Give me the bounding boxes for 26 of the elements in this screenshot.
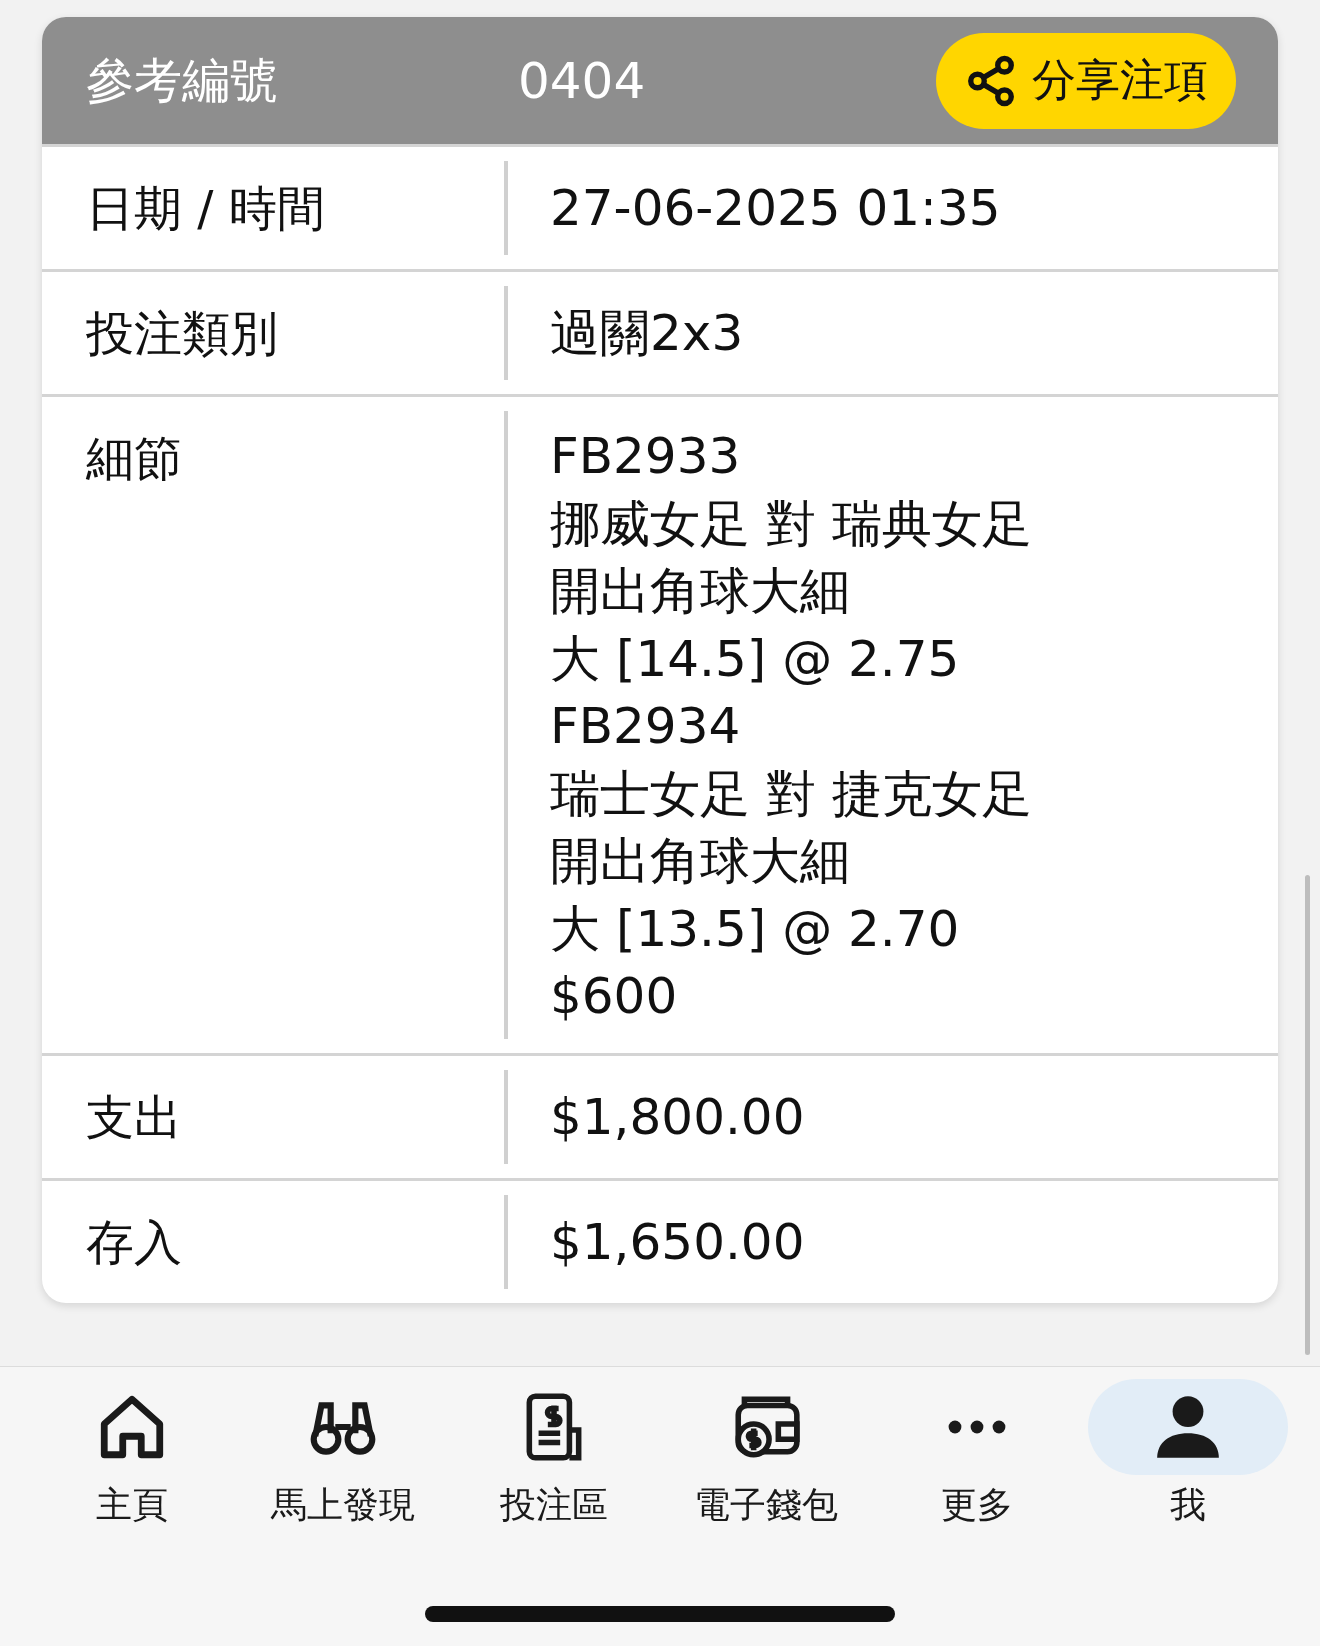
nav-tab[interactable]: 主頁 [32,1379,232,1527]
row-label: 存入 [86,1212,182,1272]
detail-line: 開出角球大細 [550,831,851,892]
reference-number: 0404 [518,51,647,110]
share-button[interactable]: 分享注項 [936,32,1236,129]
row-value: $1,650.00 [550,1212,805,1271]
detail-line: 大 [13.5] @ 2.70 [550,898,961,960]
row-value: 27-06-2025 01:35 [550,179,1001,237]
nav-tab[interactable]: 更多 [876,1379,1077,1527]
detail-line: 大 [14.5] @ 2.75 [550,628,961,690]
row-label: 投注類別 [86,304,278,363]
nav-tab[interactable]: 電子錢包 [665,1379,866,1527]
detail-line: 瑞士女足 對 捷克女足 [550,763,1033,825]
detail-line: $600 [550,966,679,1027]
row-label: 日期 / 時間 [86,179,325,238]
detail-line: FB2934 [550,696,742,757]
nav-tab[interactable]: 投注區 [454,1379,655,1527]
reference-label: 參考編號 [86,50,279,110]
detail-line: FB2933 [550,426,742,487]
row-value: $1,800.00 [550,1087,805,1146]
row-label: 支出 [86,1087,182,1147]
nav-tab[interactable]: 馬上發現 [243,1379,444,1527]
detail-line: 開出角球大細 [550,561,851,622]
row-label: 細節 [86,429,182,488]
row-value: 過關2x3 [550,304,744,362]
detail-line: 挪威女足 對 瑞典女足 [550,493,1033,555]
